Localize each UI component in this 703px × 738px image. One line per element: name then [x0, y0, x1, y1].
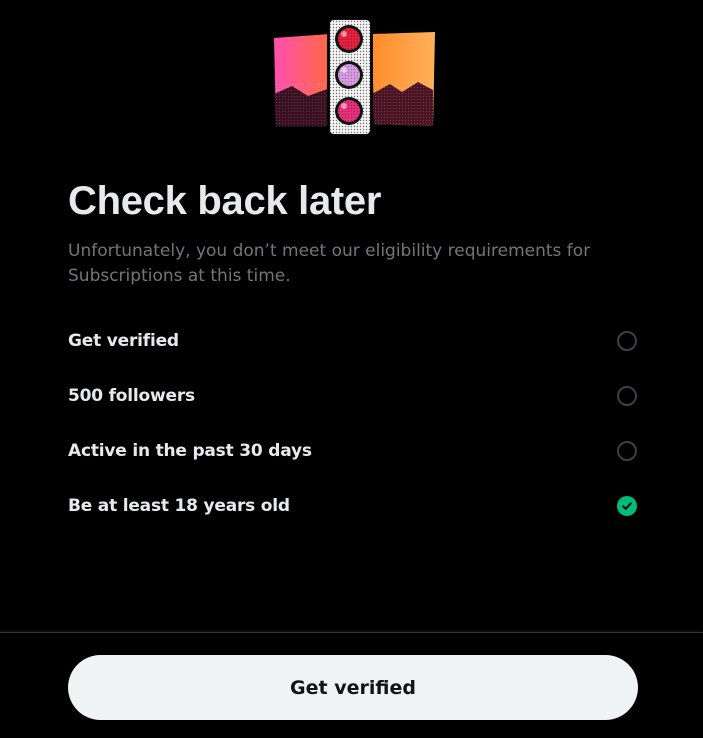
requirement-label: Be at least 18 years old	[68, 495, 290, 516]
unchecked-circle-icon	[617, 385, 637, 406]
requirement-age: Be at least 18 years old	[68, 478, 638, 533]
requirement-get-verified: Get verified	[68, 313, 638, 368]
requirement-label: Active in the past 30 days	[68, 440, 312, 461]
requirement-label: 500 followers	[68, 385, 195, 406]
check-circle-icon	[617, 495, 637, 516]
requirement-active: Active in the past 30 days	[68, 423, 638, 478]
unchecked-circle-icon	[617, 440, 637, 461]
get-verified-button[interactable]: Get verified	[68, 655, 638, 720]
traffic-light-illustration	[272, 14, 438, 138]
footer-bar: Get verified	[0, 632, 703, 738]
requirement-followers: 500 followers	[68, 368, 638, 423]
unchecked-circle-icon	[617, 330, 637, 351]
page-title: Check back later	[68, 179, 382, 223]
requirements-list: Get verified 500 followers Active in the…	[68, 313, 638, 533]
requirement-label: Get verified	[68, 330, 179, 351]
eligibility-message: Unfortunately, you don’t meet our eligib…	[68, 241, 591, 286]
